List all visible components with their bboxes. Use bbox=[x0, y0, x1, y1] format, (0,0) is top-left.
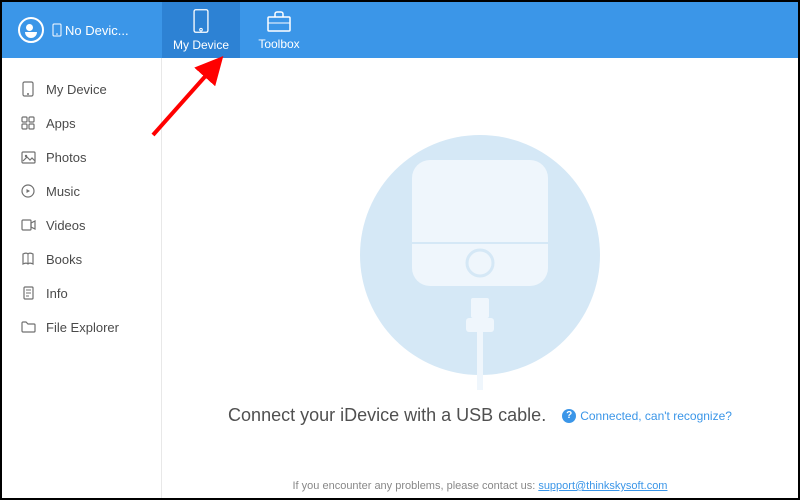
prompt-row: Connect your iDevice with a USB cable. ?… bbox=[228, 405, 732, 426]
top-bar: No Devic... My Device Toolbox bbox=[2, 2, 798, 58]
question-icon: ? bbox=[562, 409, 576, 423]
toolbox-icon bbox=[265, 9, 293, 33]
sidebar-item-label: File Explorer bbox=[46, 320, 119, 335]
sidebar-item-apps[interactable]: Apps bbox=[2, 106, 161, 140]
sidebar-item-label: My Device bbox=[46, 82, 107, 97]
sidebar-item-label: Videos bbox=[46, 218, 86, 233]
app-logo-icon bbox=[18, 17, 44, 43]
top-nav: My Device Toolbox bbox=[162, 2, 318, 58]
folder-icon bbox=[20, 319, 36, 335]
sidebar-item-videos[interactable]: Videos bbox=[2, 208, 161, 242]
help-link-text: Connected, can't recognize? bbox=[580, 409, 732, 423]
music-icon bbox=[20, 183, 36, 199]
sidebar: My Device Apps Photos Music Videos Books… bbox=[2, 58, 162, 498]
footer: If you encounter any problems, please co… bbox=[293, 480, 668, 492]
sidebar-item-label: Music bbox=[46, 184, 80, 199]
sidebar-item-file-explorer[interactable]: File Explorer bbox=[2, 310, 161, 344]
books-icon bbox=[20, 251, 36, 267]
photos-icon bbox=[20, 149, 36, 165]
videos-icon bbox=[20, 217, 36, 233]
topnav-toolbox[interactable]: Toolbox bbox=[240, 2, 318, 58]
phone-icon bbox=[52, 23, 62, 37]
sidebar-item-label: Info bbox=[46, 286, 68, 301]
info-icon bbox=[20, 285, 36, 301]
device-status-text: No Devic... bbox=[65, 23, 129, 38]
topnav-my-device[interactable]: My Device bbox=[162, 2, 240, 58]
main-area: My Device Apps Photos Music Videos Books… bbox=[2, 58, 798, 498]
device-icon bbox=[189, 8, 213, 34]
support-email-link[interactable]: support@thinkskysoft.com bbox=[538, 480, 667, 492]
sidebar-item-info[interactable]: Info bbox=[2, 276, 161, 310]
sidebar-item-label: Books bbox=[46, 252, 82, 267]
sidebar-item-photos[interactable]: Photos bbox=[2, 140, 161, 174]
device-status[interactable]: No Devic... bbox=[52, 23, 129, 38]
help-link[interactable]: ? Connected, can't recognize? bbox=[562, 409, 732, 423]
sidebar-item-label: Photos bbox=[46, 150, 86, 165]
sidebar-item-my-device[interactable]: My Device bbox=[2, 72, 161, 106]
footer-text: If you encounter any problems, please co… bbox=[293, 480, 539, 492]
apps-icon bbox=[20, 115, 36, 131]
sidebar-item-label: Apps bbox=[46, 116, 76, 131]
sidebar-item-books[interactable]: Books bbox=[2, 242, 161, 276]
connect-illustration bbox=[345, 120, 615, 395]
sidebar-item-music[interactable]: Music bbox=[2, 174, 161, 208]
content-area: Connect your iDevice with a USB cable. ?… bbox=[162, 58, 798, 498]
logo-section: No Devic... bbox=[2, 17, 162, 43]
connect-prompt: Connect your iDevice with a USB cable. bbox=[228, 405, 546, 426]
device-icon bbox=[20, 81, 36, 97]
topnav-item-label: My Device bbox=[173, 38, 229, 52]
topnav-item-label: Toolbox bbox=[258, 37, 299, 51]
